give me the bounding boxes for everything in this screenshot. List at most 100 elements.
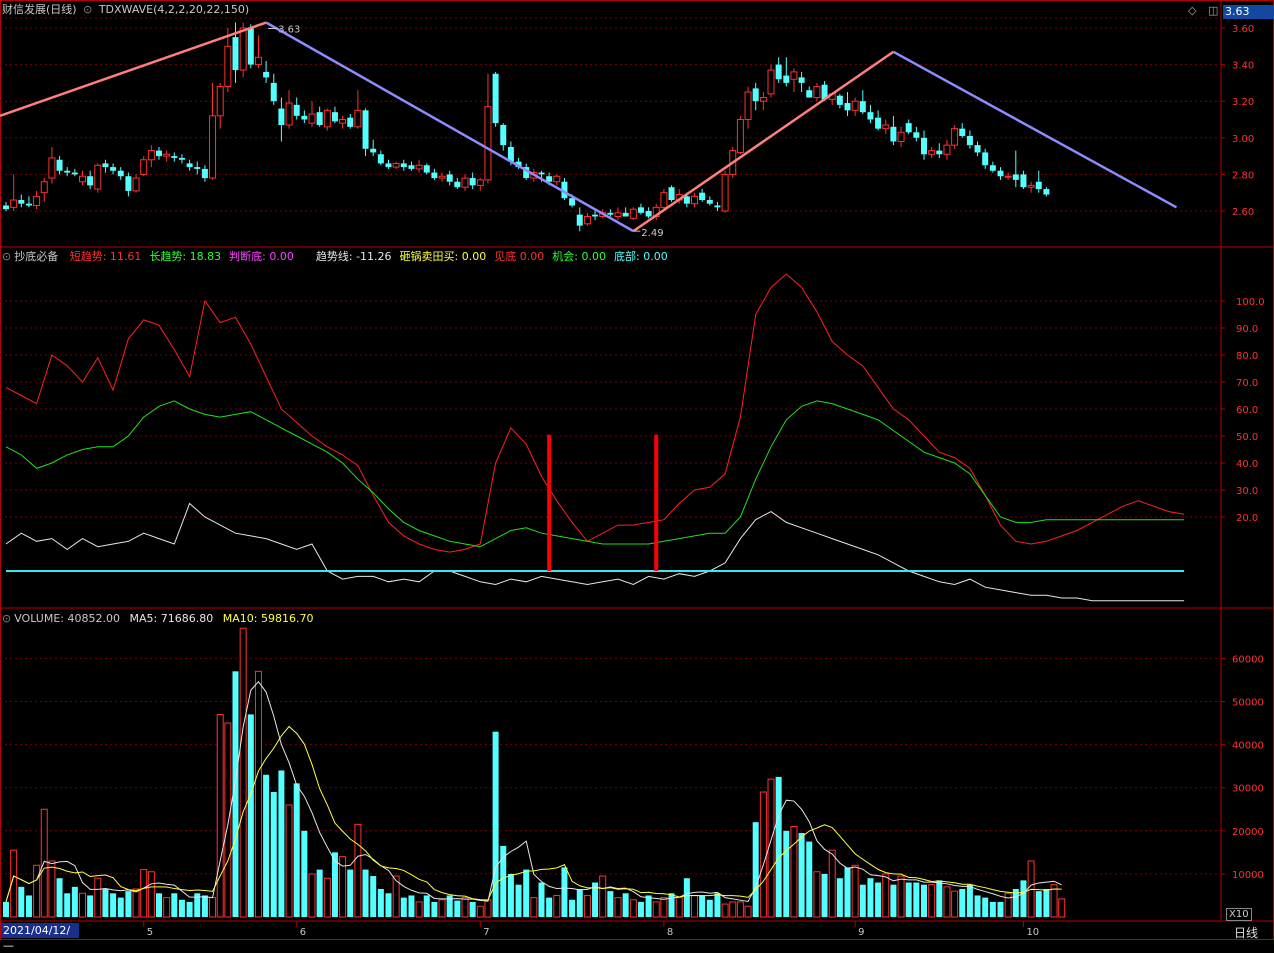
volume-bar [859, 884, 866, 917]
candle-body [446, 174, 453, 182]
candle-body [461, 177, 469, 188]
candle-body [339, 119, 347, 124]
candle-body [423, 165, 430, 173]
candle-body [583, 215, 591, 225]
candle-body [454, 181, 461, 188]
volume-bar [652, 901, 660, 918]
volume-bar [515, 884, 522, 917]
volume-bar [354, 823, 362, 918]
volume-bar [140, 869, 148, 918]
zigzag-line [632, 50, 895, 233]
volume-bar [385, 893, 392, 917]
volume-bar [530, 897, 538, 918]
volume-bar [171, 893, 178, 917]
volume-bar [178, 899, 185, 917]
candle-body [224, 45, 232, 88]
indicator-item-value: 11.61 [106, 250, 142, 263]
volume-bar [1004, 892, 1012, 918]
candle-body [699, 192, 706, 201]
volume-bar [377, 888, 384, 917]
volume-bar [752, 822, 759, 917]
candle-body [592, 214, 599, 217]
volume-bar [668, 893, 675, 917]
candle-body [415, 164, 423, 170]
candle-body [370, 148, 377, 153]
indicator-item-label: 见底 [494, 250, 517, 263]
volume-bar [301, 830, 308, 917]
candle-body [102, 163, 109, 168]
candle-body [10, 199, 18, 208]
volume-bar [33, 864, 41, 918]
y-tick-label: 80.0 [1236, 351, 1258, 362]
volume-bar [408, 895, 415, 917]
volume-bar [323, 877, 331, 918]
volume-bar [438, 899, 446, 918]
y-tick-label: 100.0 [1236, 297, 1265, 308]
candle-body [721, 173, 729, 212]
y-tick-label: 40.0 [1236, 459, 1258, 470]
candle-body [125, 176, 132, 191]
indicator-item-value: 18.83 [186, 250, 222, 263]
candle-body [94, 164, 102, 190]
ma5-label: MA5: [129, 612, 158, 625]
volume-bar [959, 888, 966, 917]
y-tick-label: 20.0 [1236, 513, 1258, 524]
panel-toggle-icon[interactable]: ◫ [1208, 4, 1218, 17]
candle-body [629, 208, 637, 219]
candle-body [201, 168, 208, 179]
volume-bar [523, 869, 530, 917]
volume-bar [905, 882, 912, 917]
zigzag-line [265, 21, 634, 233]
zigzag-line [892, 50, 1178, 209]
candle-body [905, 123, 912, 133]
volume-bar [936, 880, 943, 917]
candle-body [875, 117, 882, 129]
stock-chart[interactable]: 3.603.403.203.002.802.603.632.49100.090.… [0, 0, 1274, 941]
volume-bar [461, 897, 469, 918]
volume-bar [851, 864, 859, 918]
indicator-item-5: 见底 0.00 [494, 250, 544, 263]
volume-bar [18, 886, 25, 917]
volume-bar [147, 871, 155, 918]
volume-ma5 [5, 680, 1062, 903]
dropdown-icon[interactable]: ⊙ [2, 612, 11, 625]
volume-bar [828, 849, 836, 918]
volume-bar [897, 875, 905, 918]
candle-body [844, 103, 851, 111]
candle-body [209, 115, 217, 179]
candle-body [438, 175, 446, 179]
candle-body [377, 154, 384, 164]
candle-body [156, 150, 162, 157]
volume-bar [347, 869, 354, 917]
period-label[interactable]: 日线 [1234, 924, 1258, 941]
candle-body [966, 135, 973, 146]
volume-bar [308, 873, 316, 918]
candle-body [660, 192, 668, 208]
volume-bar [1058, 898, 1066, 918]
candle-body [921, 137, 927, 155]
candle-body [117, 170, 124, 177]
candle-body [71, 172, 78, 175]
x-tick-label: 9 [858, 927, 864, 938]
candle-body [64, 170, 71, 173]
candle-body [683, 196, 690, 204]
volume-bar [64, 893, 71, 917]
dropdown-icon[interactable]: ⊙ [2, 250, 11, 263]
volume-bar [576, 888, 583, 917]
candle-body [293, 104, 300, 116]
candle-body [714, 205, 721, 208]
indicator-item-4: 砸锅卖田买: 0.00 [400, 250, 487, 263]
diamond-icon[interactable]: ◇ [1188, 4, 1196, 17]
candle-body [974, 145, 981, 153]
start-date[interactable]: 2021/04/12/— [1, 923, 79, 952]
candle-body [87, 176, 94, 186]
volume-bar [714, 893, 721, 917]
x-tick-label: 5 [147, 927, 153, 938]
indicator-item-value: 0.00 [458, 250, 487, 263]
candle-body [18, 200, 25, 204]
x-tick-label: 6 [300, 927, 306, 938]
indicator-item-label: 机会: [552, 250, 578, 263]
candle-body [3, 205, 9, 210]
candle-body [759, 97, 767, 102]
volume-bar [87, 895, 94, 917]
